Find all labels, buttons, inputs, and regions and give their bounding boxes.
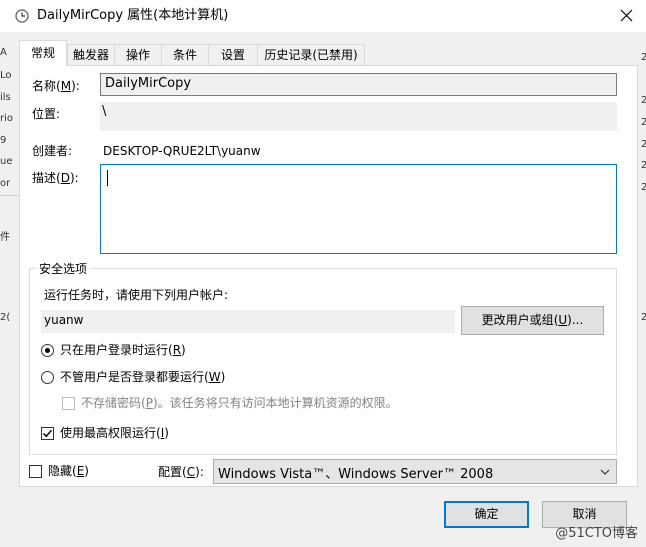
background-text: Lo bbox=[0, 70, 12, 81]
background-text: 9 bbox=[0, 135, 7, 146]
security-options-legend: 安全选项 bbox=[35, 262, 92, 276]
background-text: ils bbox=[0, 92, 11, 103]
background-text: 2 bbox=[641, 312, 646, 323]
tab-triggers[interactable]: 触发器 bbox=[67, 44, 115, 65]
tab-general[interactable]: 常规 bbox=[19, 40, 67, 66]
ok-button[interactable]: 确定 bbox=[444, 501, 529, 528]
no-store-password-label: 不存储密码(P)。该任务将只有访问本地计算机资源的权限。 bbox=[81, 396, 398, 410]
run-as-label: 运行任务时，请使用下列用户帐户: bbox=[44, 288, 229, 302]
config-label: 配置(C): bbox=[158, 465, 204, 479]
hidden-label: 隐藏(E) bbox=[48, 464, 89, 478]
radio-run-logged-on-label: 只在用户登录时运行(R) bbox=[60, 343, 186, 357]
close-button[interactable] bbox=[608, 0, 644, 30]
background-text: A bbox=[0, 47, 7, 58]
user-account-field: yuanw bbox=[41, 310, 455, 333]
config-selected-value: Windows Vista™、Windows Server™ 2008 bbox=[218, 467, 494, 482]
tab-history[interactable]: 历史记录(已禁用) bbox=[257, 44, 365, 65]
background-text: 2( bbox=[0, 312, 11, 323]
background-text: rio bbox=[0, 113, 14, 124]
author-label: 创建者: bbox=[32, 144, 73, 158]
background-text: 2 bbox=[641, 160, 646, 171]
background-text: 2 bbox=[641, 117, 646, 128]
background-text: 件 bbox=[0, 232, 10, 243]
description-label: 描述(D): bbox=[32, 171, 79, 185]
background-text: 2 bbox=[641, 95, 646, 106]
name-label: 名称(M): bbox=[32, 79, 80, 93]
radio-run-logged-on[interactable] bbox=[41, 344, 54, 357]
description-textarea[interactable] bbox=[100, 164, 617, 254]
checkmark-icon bbox=[42, 429, 53, 438]
author-value: DESKTOP-QRUE2LT\yuanw bbox=[103, 144, 261, 158]
location-field: \ bbox=[100, 102, 617, 131]
name-field[interactable]: DailyMirCopy bbox=[100, 73, 617, 96]
close-icon bbox=[620, 9, 632, 21]
radio-run-any[interactable] bbox=[41, 371, 54, 384]
radio-run-any-label: 不管用户是否登录都要运行(W) bbox=[60, 370, 226, 384]
background-text: ue bbox=[0, 156, 13, 167]
background-text: 2 bbox=[641, 182, 646, 193]
chevron-down-icon bbox=[600, 469, 610, 475]
background-divider bbox=[0, 195, 19, 196]
checkbox-hidden[interactable] bbox=[29, 465, 42, 478]
checkbox-highest-privileges[interactable] bbox=[41, 427, 54, 440]
window-title: DailyMirCopy 属性(本地计算机) bbox=[37, 8, 229, 23]
background-text: 2 bbox=[641, 139, 646, 150]
change-user-button[interactable]: 更改用户或组(U)... bbox=[461, 306, 604, 335]
text-caret bbox=[107, 170, 108, 186]
highest-privileges-label: 使用最高权限运行(I) bbox=[60, 426, 169, 440]
radio-selected-dot bbox=[45, 348, 50, 353]
config-dropdown[interactable]: Windows Vista™、Windows Server™ 2008 bbox=[213, 459, 617, 484]
tab-conditions[interactable]: 条件 bbox=[161, 44, 209, 65]
tab-actions[interactable]: 操作 bbox=[114, 44, 162, 65]
tab-settings[interactable]: 设置 bbox=[208, 44, 258, 65]
checkbox-no-store-password[interactable] bbox=[62, 397, 75, 410]
location-value: \ bbox=[102, 104, 107, 119]
title-bar: DailyMirCopy 属性(本地计算机) bbox=[0, 0, 646, 32]
background-text: or bbox=[0, 178, 11, 189]
clock-icon bbox=[15, 9, 29, 23]
location-label: 位置: bbox=[32, 107, 61, 121]
background-text: 2 bbox=[641, 52, 646, 63]
watermark: @51CTO博客 bbox=[555, 526, 638, 541]
user-account-value: yuanw bbox=[44, 313, 84, 327]
